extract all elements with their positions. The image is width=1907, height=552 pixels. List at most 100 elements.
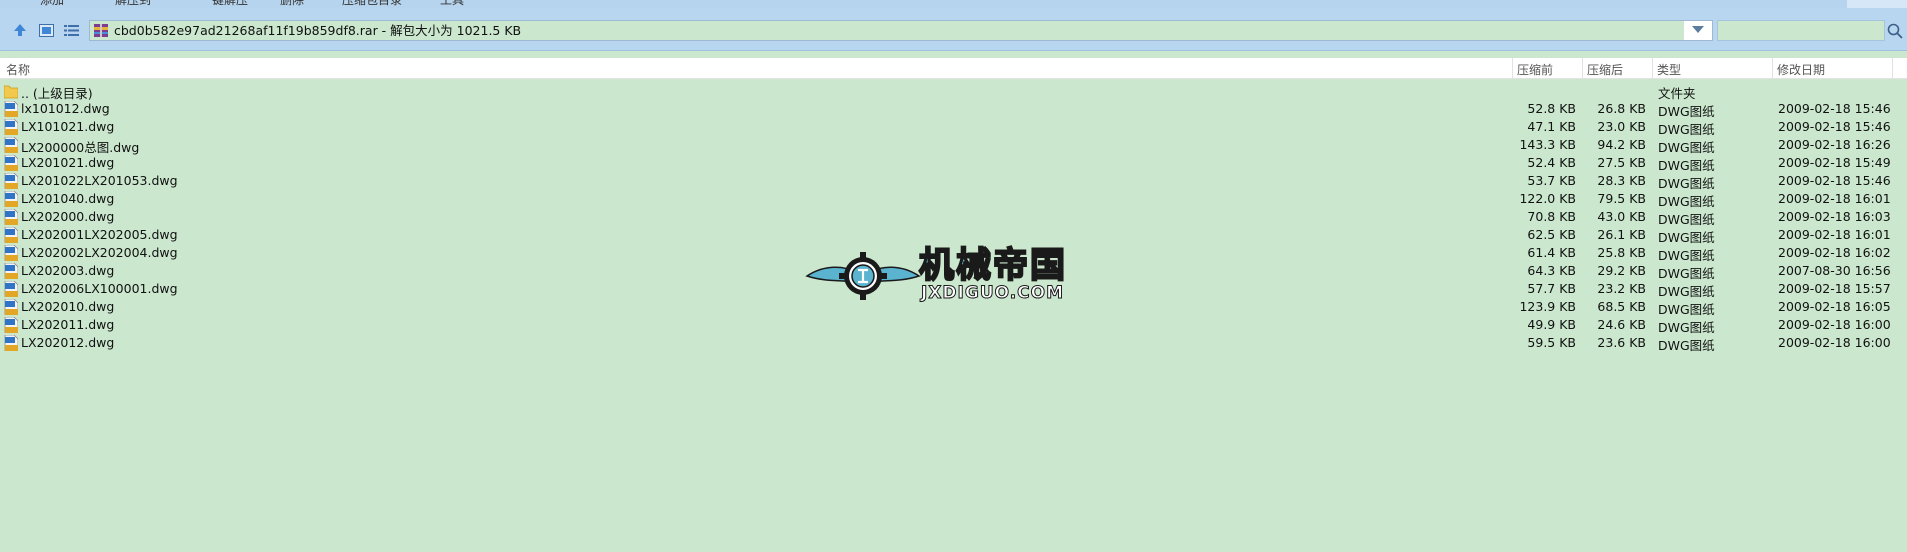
dwg-file-icon [4,335,18,351]
column-header-before[interactable]: 压缩前 [1517,61,1553,78]
file-name: LX201040.dwg [21,191,115,206]
column-header-name[interactable]: 名称 [6,61,30,78]
folder-icon [4,85,18,99]
column-divider[interactable] [1582,58,1583,78]
file-modified-date: 2007-08-30 16:56 [1778,263,1891,278]
dwg-file-icon [4,209,18,225]
thumbnail-view-button[interactable] [37,21,55,39]
file-size-before: 123.9 KB [1519,299,1576,314]
dwg-file-icon [4,245,18,261]
file-modified-date: 2009-02-18 16:00 [1778,335,1891,350]
file-modified-date: 2009-02-18 16:01 [1778,227,1891,242]
column-header-modified[interactable]: 修改日期 [1777,61,1825,78]
dwg-file-icon [4,281,18,297]
file-modified-date: 2009-02-18 16:02 [1778,245,1891,260]
column-header-type[interactable]: 类型 [1657,61,1681,78]
address-bar-row: cbd0b582e97ad21268af11f19b859df8.rar - 解… [0,8,1907,51]
file-size-before: 47.1 KB [1527,119,1576,134]
file-size-after: 68.5 KB [1597,299,1646,314]
toolbar-one-click-extract-button[interactable]: 一键解压 [200,0,248,8]
file-size-before: 122.0 KB [1519,191,1576,206]
file-size-before: 143.3 KB [1519,137,1576,152]
file-size-after: 26.1 KB [1597,227,1646,242]
column-divider[interactable] [1512,58,1513,78]
list-view-icon [63,24,79,36]
file-modified-date: 2009-02-18 16:26 [1778,137,1891,152]
gear-wings-logo-icon [805,252,921,300]
file-name: LX202012.dwg [21,335,115,350]
list-item[interactable]: LX201022LX201053.dwg 53.7 KB 28.3 KB DWG图纸 2… [0,172,1907,191]
thumbnail-view-icon [38,23,54,37]
dwg-file-icon [4,119,18,135]
file-size-after: 24.6 KB [1597,317,1646,332]
list-item[interactable]: LX202001LX202005.dwg 62.5 KB 26.1 KB DWG图纸 2… [0,226,1907,245]
list-item-parent-dir[interactable]: .. (上级目录) 文件夹 [0,82,1907,101]
list-view-button[interactable] [62,21,80,39]
file-size-before: 59.5 KB [1527,335,1576,350]
list-item[interactable]: LX202000.dwg 70.8 KB 43.0 KB DWG图纸 2009-02-1… [0,208,1907,227]
file-size-after: 23.6 KB [1597,335,1646,350]
file-size-before: 61.4 KB [1527,245,1576,260]
file-size-after: 43.0 KB [1597,209,1646,224]
chevron-down-icon[interactable] [1692,26,1704,33]
list-item[interactable]: LX101021.dwg 47.1 KB 23.0 KB DWG图纸 2009-02-1… [0,118,1907,137]
file-size-before: 52.4 KB [1527,155,1576,170]
list-item[interactable]: LX202011.dwg 49.9 KB 24.6 KB DWG图纸 2009-02-1… [0,316,1907,335]
file-size-after: 25.8 KB [1597,245,1646,260]
column-divider[interactable] [1772,58,1773,78]
file-modified-date: 2009-02-18 15:57 [1778,281,1891,296]
column-divider[interactable] [1892,58,1893,78]
search-input[interactable] [1717,20,1885,41]
file-size-before: 70.8 KB [1527,209,1576,224]
address-field[interactable]: cbd0b582e97ad21268af11f19b859df8.rar - 解… [89,20,1713,41]
file-name: LX202002LX202004.dwg [21,245,178,260]
watermark-text-en: JXDIGUO.COM [920,283,1065,303]
toolbar-archive-dir-button[interactable]: 压缩包目录 [342,0,402,8]
file-size-before: 57.7 KB [1527,281,1576,296]
file-modified-date: 2009-02-18 15:46 [1778,119,1891,134]
file-modified-date: 2009-02-18 15:46 [1778,101,1891,116]
toolbar-add-button[interactable]: 添加 [40,0,64,8]
search-icon[interactable] [1886,22,1904,40]
file-modified-date: 2009-02-18 16:03 [1778,209,1891,224]
dwg-file-icon [4,137,18,153]
address-text: cbd0b582e97ad21268af11f19b859df8.rar - 解… [114,23,522,38]
file-size-after: 23.0 KB [1597,119,1646,134]
file-size-after: 23.2 KB [1597,281,1646,296]
watermark-logo: 机械帝国 JXDIGUO.COM [805,245,1101,306]
column-header-row: 名称 压缩前 压缩后 类型 修改日期 [0,58,1907,79]
file-size-after: 27.5 KB [1597,155,1646,170]
toolbar-extract-to-button[interactable]: 解压到 [115,0,151,8]
file-modified-date: 2009-02-18 16:05 [1778,299,1891,314]
toolbar-tools-button[interactable]: 工具 [440,0,464,8]
dwg-file-icon [4,155,18,171]
list-item[interactable]: LX201040.dwg 122.0 KB 79.5 KB DWG图纸 2009-02-… [0,190,1907,209]
dwg-file-icon [4,227,18,243]
file-modified-date: 2009-02-18 16:01 [1778,191,1891,206]
dwg-file-icon [4,173,18,189]
file-modified-date: 2009-02-18 16:00 [1778,317,1891,332]
file-modified-date: 2009-02-18 15:46 [1778,173,1891,188]
file-name: LX201022LX201053.dwg [21,173,178,188]
list-item[interactable]: lx101012.dwg 52.8 KB 26.8 KB DWG图纸 2009-02-1… [0,100,1907,119]
dwg-file-icon [4,191,18,207]
file-name: LX202000.dwg [21,209,115,224]
file-size-after: 26.8 KB [1597,101,1646,116]
watermark-text-cn: 机械帝国 [918,245,1068,287]
file-name: lx101012.dwg [21,101,110,116]
file-name: LX202011.dwg [21,317,115,332]
toolbar-strip: 添加 解压到 一键解压 删除 压缩包目录 工具 [0,0,1907,8]
column-header-after[interactable]: 压缩后 [1587,61,1623,78]
up-level-button[interactable] [11,21,29,39]
file-name: LX202003.dwg [21,263,115,278]
file-size-after: 29.2 KB [1597,263,1646,278]
file-name: LX202006LX100001.dwg [21,281,178,296]
column-divider[interactable] [1652,58,1653,78]
list-item[interactable]: LX202012.dwg 59.5 KB 23.6 KB DWG图纸 2009-02-1… [0,334,1907,353]
dwg-file-icon [4,101,18,117]
toolbar-delete-button[interactable]: 删除 [280,0,304,8]
list-item[interactable]: LX200000总图.dwg 143.3 KB 94.2 KB DWG图纸 2009-0… [0,136,1907,155]
toolbar-corner [1847,0,1907,8]
dwg-file-icon [4,317,18,333]
list-item[interactable]: LX201021.dwg 52.4 KB 27.5 KB DWG图纸 2009-02-1… [0,154,1907,173]
